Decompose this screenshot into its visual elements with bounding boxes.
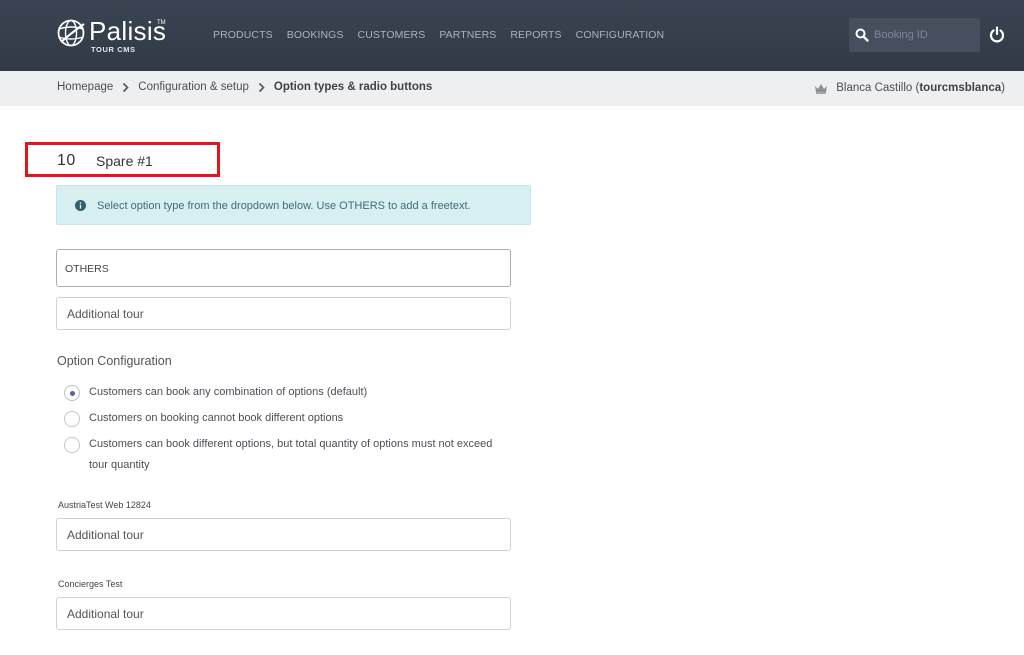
radio-button-checked[interactable] [64,385,80,401]
breadcrumb-configuration[interactable]: Configuration & setup [138,81,249,93]
radio-button[interactable] [64,411,80,427]
user-info[interactable]: Blanca Castillo (tourcmsblanca) [814,82,1005,94]
radio-label: Customers can book different options, bu… [89,438,493,471]
radio-any-combination[interactable]: Customers can book any combination of op… [64,385,499,403]
radio-total-quantity-limit[interactable]: Customers can book different options, bu… [64,437,499,476]
nav-customers[interactable]: CUSTOMERS [358,29,426,41]
channel-field-wrapper [56,518,511,551]
nav-bookings[interactable]: BOOKINGS [287,29,344,41]
search-icon[interactable] [855,28,869,42]
breadcrumb: Homepage Configuration & setup Option ty… [57,81,432,93]
radio-label: Customers on booking cannot book differe… [89,412,344,424]
nav-reports[interactable]: REPORTS [510,29,561,41]
info-icon [75,200,86,211]
main-nav: PRODUCTS BOOKINGS CUSTOMERS PARTNERS REP… [213,29,678,41]
breadcrumb-bar: Homepage Configuration & setup Option ty… [0,71,1024,106]
power-icon[interactable] [989,26,1005,43]
info-alert: Select option type from the dropdown bel… [56,185,531,225]
option-configuration-heading: Option Configuration [57,354,172,368]
nav-partners[interactable]: PARTNERS [439,29,496,41]
option-name: Spare #1 [96,153,153,169]
user-paren-close: ) [1001,82,1005,94]
channel-name-input[interactable] [67,605,497,623]
logo-name: Palisis [89,16,167,46]
palisis-logo[interactable]: Palisis TM TOUR CMS [56,16,166,56]
chevron-right-icon [123,82,129,92]
nav-products[interactable]: PRODUCTS [213,29,273,41]
option-type-select[interactable]: OTHERS [56,249,511,287]
globe-logo-icon [57,19,85,47]
chevron-right-icon [258,82,265,92]
radio-no-different-options[interactable]: Customers on booking cannot book differe… [64,411,499,429]
alert-message: Select option type from the dropdown bel… [97,200,471,212]
booking-search [849,18,980,52]
crown-icon [815,83,828,94]
option-name-field-wrapper [56,297,511,330]
channel-name-input[interactable] [67,526,497,544]
logo-trademark: TM [157,20,166,26]
option-number: 10 [57,152,76,169]
channel-label: AustriaTest Web 12824 [58,500,151,510]
option-title-highlight: 10 Spare #1 [25,142,220,177]
booking-id-input[interactable] [874,25,974,45]
channel-field-wrapper [56,597,511,630]
option-type-value: OTHERS [65,263,109,275]
option-name-input[interactable] [67,305,497,323]
breadcrumb-homepage[interactable]: Homepage [57,81,113,93]
logo-subtitle: TOUR CMS [91,45,136,54]
breadcrumb-current: Option types & radio buttons [273,81,433,93]
nav-configuration[interactable]: CONFIGURATION [576,29,665,41]
channel-label: Concierges Test [58,579,123,589]
top-navigation-bar: Palisis TM TOUR CMS PRODUCTS BOOKINGS CU… [0,0,1024,71]
user-name: Blanca Castillo [836,82,913,94]
user-username: tourcmsblanca [919,82,1002,94]
radio-button[interactable] [64,437,80,453]
radio-label: Customers can book any combination of op… [89,386,368,398]
